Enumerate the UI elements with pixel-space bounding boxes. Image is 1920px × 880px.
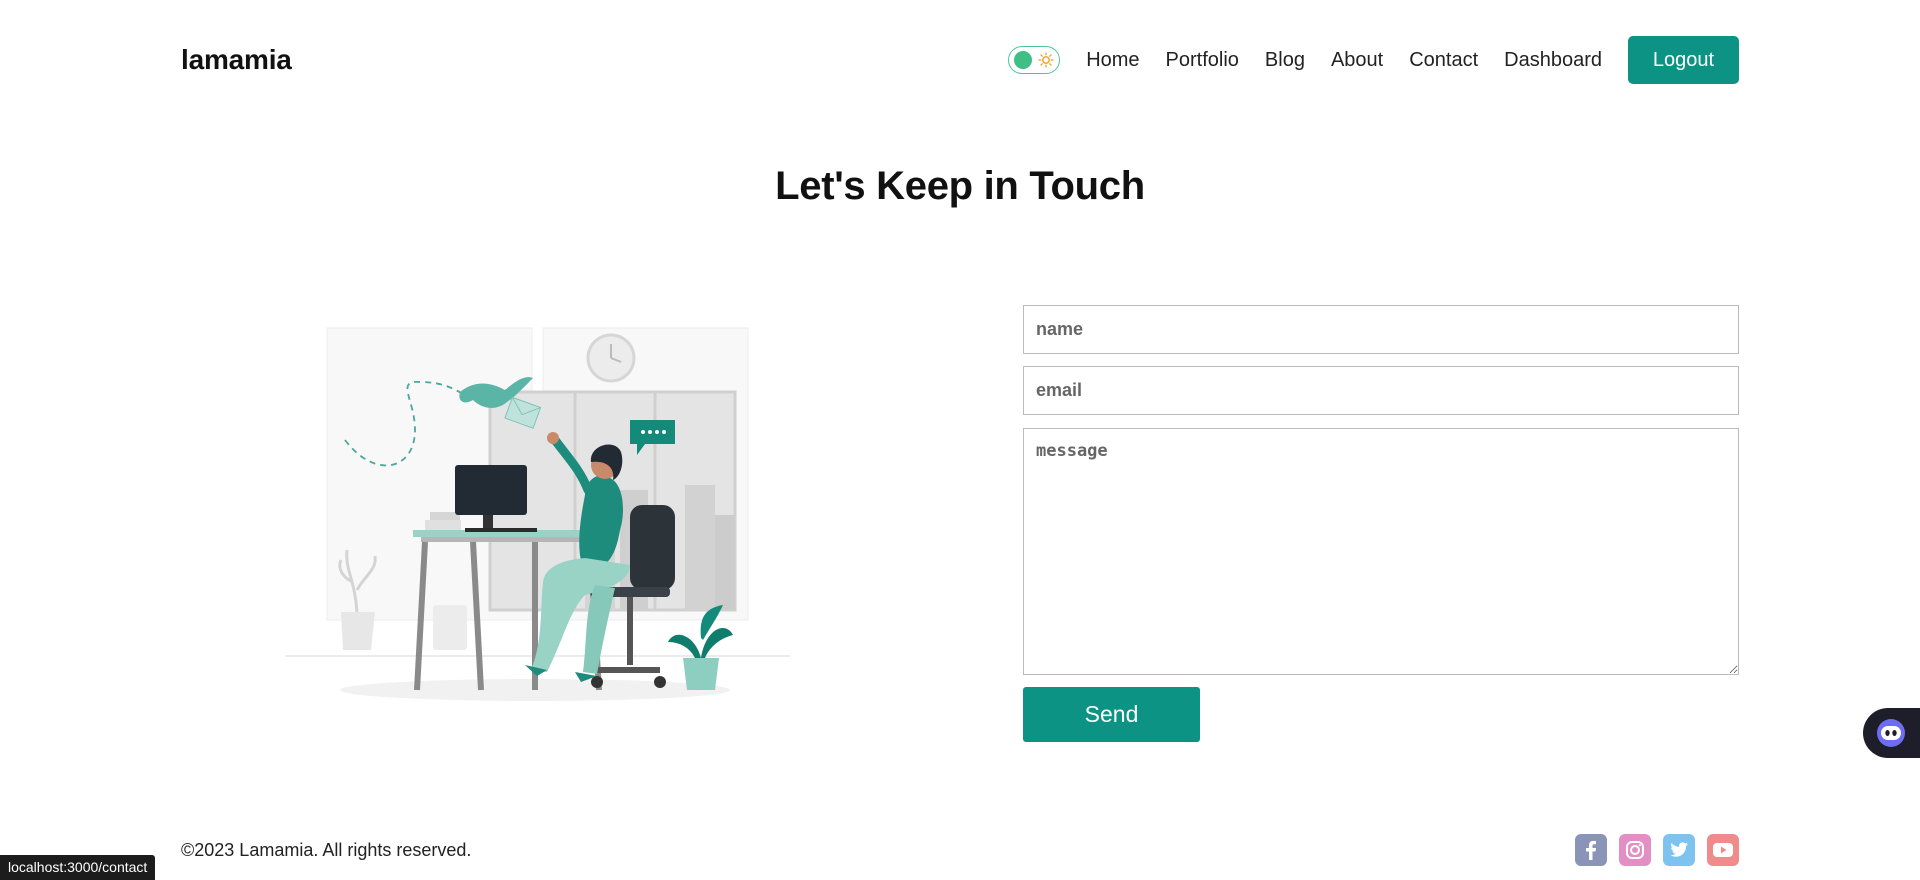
social-links bbox=[1575, 834, 1739, 866]
twitter-icon[interactable] bbox=[1663, 834, 1695, 866]
nav-link-home[interactable]: Home bbox=[1086, 49, 1139, 72]
status-bar-url: localhost:3000/contact bbox=[0, 855, 156, 880]
nav-link-portfolio[interactable]: Portfolio bbox=[1166, 49, 1239, 72]
page-title: Let's Keep in Touch bbox=[775, 164, 1145, 208]
toggle-knob bbox=[1014, 51, 1033, 69]
bot-face-icon bbox=[1877, 719, 1905, 747]
nav-link-blog[interactable]: Blog bbox=[1265, 49, 1305, 72]
send-button[interactable]: Send bbox=[1023, 687, 1200, 742]
copyright-text: ©2023 Lamamia. All rights reserved. bbox=[181, 839, 472, 860]
youtube-icon[interactable] bbox=[1707, 834, 1739, 866]
nav-link-dashboard[interactable]: Dashboard bbox=[1504, 49, 1602, 72]
site-logo[interactable]: lamamia bbox=[181, 44, 292, 76]
message-textarea[interactable] bbox=[1023, 428, 1739, 675]
contact-illustration bbox=[285, 327, 790, 701]
facebook-icon[interactable] bbox=[1575, 834, 1607, 866]
email-input[interactable] bbox=[1023, 366, 1739, 415]
theme-toggle[interactable] bbox=[1008, 46, 1061, 74]
chat-widget-button[interactable] bbox=[1863, 708, 1920, 758]
navbar: lamamia Home Portfolio Blog About Contac… bbox=[181, 36, 1739, 84]
name-input[interactable] bbox=[1023, 305, 1739, 354]
footer: ©2023 Lamamia. All rights reserved. bbox=[181, 833, 1739, 867]
nav-link-contact[interactable]: Contact bbox=[1409, 49, 1478, 72]
logout-button[interactable]: Logout bbox=[1628, 36, 1739, 84]
nav-link-about[interactable]: About bbox=[1331, 49, 1383, 72]
sun-icon bbox=[1038, 52, 1054, 68]
nav-menu: Home Portfolio Blog About Contact Dashbo… bbox=[1008, 36, 1739, 84]
contact-form: Send bbox=[1023, 305, 1739, 742]
instagram-icon[interactable] bbox=[1619, 834, 1651, 866]
